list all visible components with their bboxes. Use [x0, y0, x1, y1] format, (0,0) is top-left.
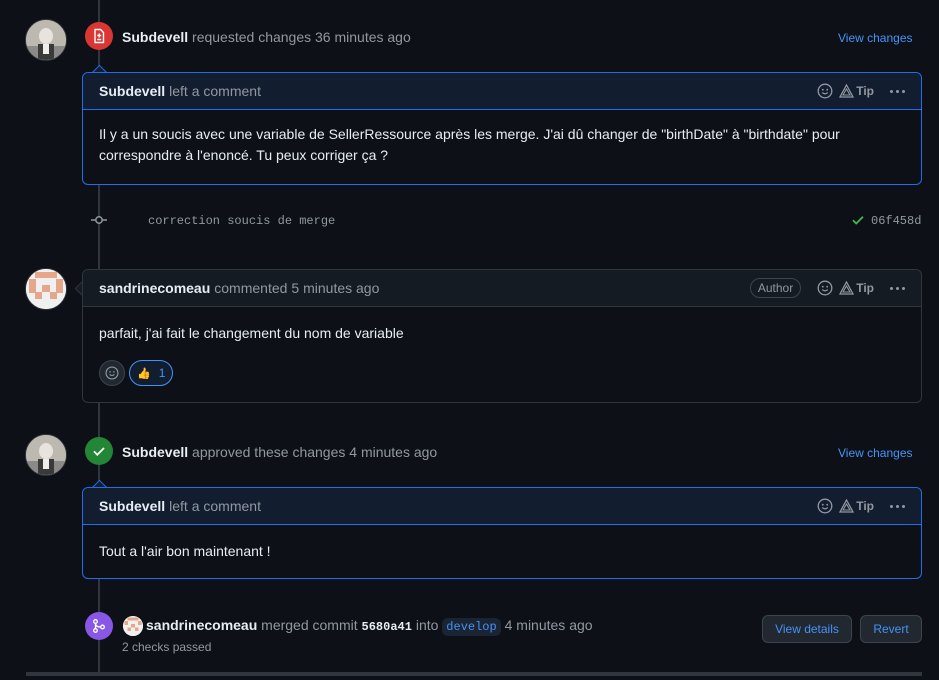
avatar-subdevell[interactable]: [25, 19, 67, 61]
tip-icon: [839, 281, 855, 295]
smiley-icon[interactable]: [817, 83, 833, 99]
review1-action: requested changes: [192, 29, 312, 45]
merged-badge: [85, 612, 113, 640]
commit-icon: [91, 213, 107, 230]
review1-time[interactable]: 36 minutes ago: [315, 29, 411, 45]
avatar-sandrinecomeau[interactable]: [25, 268, 67, 310]
comment1-tip-button[interactable]: Tip: [839, 84, 874, 98]
review2-author[interactable]: Subdevell: [122, 444, 188, 460]
comment2-header: sandrinecomeau commented 5 minutes ago A…: [83, 270, 921, 307]
approved-badge: [85, 437, 113, 465]
comment1-card: Subdevell left a comment Tip Il y a un s…: [82, 72, 922, 185]
smiley-icon: [105, 366, 119, 380]
review2-action: approved these changes: [192, 444, 346, 460]
timeline-end-divider: [26, 672, 922, 676]
kebab-menu-icon[interactable]: [890, 504, 905, 508]
comment1-header: Subdevell left a comment Tip: [83, 73, 921, 110]
merge-action: merged commit: [261, 617, 358, 633]
check-icon: [93, 447, 105, 456]
checks-status[interactable]: 2 checks passed: [122, 640, 211, 654]
comment1-body: Il y a un soucis avec une variable de Se…: [99, 126, 840, 163]
reaction-count: 1: [158, 366, 166, 380]
smiley-icon[interactable]: [817, 280, 833, 296]
commit-message[interactable]: correction soucis de merge: [148, 214, 335, 228]
merge-author[interactable]: sandrinecomeau: [146, 617, 257, 633]
merge-into: into: [415, 617, 439, 633]
comment2-time[interactable]: 5 minutes ago: [291, 280, 379, 296]
comment2-card: sandrinecomeau commented 5 minutes ago A…: [82, 269, 922, 403]
thumbs-up-icon: 👍: [137, 367, 151, 380]
kebab-menu-icon[interactable]: [890, 286, 905, 290]
comment3-card: Subdevell left a comment Tip Tout a l'ai…: [82, 487, 922, 579]
review2-time[interactable]: 4 minutes ago: [349, 444, 437, 460]
file-diff-icon: [94, 28, 105, 44]
comment3-header: Subdevell left a comment Tip: [83, 488, 921, 525]
comment2-tip-button[interactable]: Tip: [839, 281, 874, 295]
merge-commit-sha[interactable]: 5680a41: [362, 620, 412, 634]
comment3-actions: Tip: [817, 488, 905, 524]
comment1-tip-label: Tip: [856, 84, 874, 98]
add-reaction-button[interactable]: [99, 360, 125, 386]
review2-view-changes-link[interactable]: View changes: [838, 446, 913, 460]
comment2-actions: Author Tip: [749, 270, 905, 306]
reactions-row: 👍 1: [99, 360, 174, 386]
comment3-action: left a comment: [169, 498, 261, 514]
git-merge-icon: [93, 619, 105, 633]
branch-label[interactable]: develop: [442, 618, 501, 636]
changes-requested-badge: [85, 22, 113, 50]
comment1-author[interactable]: Subdevell: [99, 83, 165, 99]
comment2-tip-label: Tip: [856, 281, 874, 295]
review1-author[interactable]: Subdevell: [122, 29, 188, 45]
check-icon[interactable]: [851, 213, 865, 230]
revert-button[interactable]: Revert: [860, 615, 922, 643]
comment3-tip-label: Tip: [856, 499, 874, 513]
tip-icon: [839, 84, 855, 98]
comment1-actions: Tip: [817, 73, 905, 109]
commit-sha[interactable]: 06f458d: [871, 214, 921, 228]
author-badge: Author: [749, 278, 802, 298]
avatar-subdevell[interactable]: [25, 434, 67, 476]
review1-line: Subdevell requested changes 36 minutes a…: [122, 29, 411, 45]
smiley-icon[interactable]: [817, 498, 833, 514]
comment3-body: Tout a l'air bon maintenant !: [99, 543, 271, 559]
view-details-button[interactable]: View details: [762, 615, 852, 643]
comment3-author[interactable]: Subdevell: [99, 498, 165, 514]
comment2-action: commented: [214, 280, 288, 296]
merge-line: sandrinecomeau merged commit 5680a41 int…: [146, 617, 593, 636]
tip-icon: [839, 499, 855, 513]
merge-author-avatar[interactable]: [123, 616, 143, 636]
comment1-action: left a comment: [169, 83, 261, 99]
kebab-menu-icon[interactable]: [890, 89, 905, 93]
comment3-tip-button[interactable]: Tip: [839, 499, 874, 513]
review1-view-changes-link[interactable]: View changes: [838, 31, 913, 45]
review2-line: Subdevell approved these changes 4 minut…: [122, 444, 437, 460]
comment2-body: parfait, j'ai fait le changement du nom …: [99, 325, 404, 341]
thumbs-up-reaction[interactable]: 👍 1: [129, 360, 174, 386]
comment2-author[interactable]: sandrinecomeau: [99, 280, 210, 296]
merge-time[interactable]: 4 minutes ago: [505, 617, 593, 633]
